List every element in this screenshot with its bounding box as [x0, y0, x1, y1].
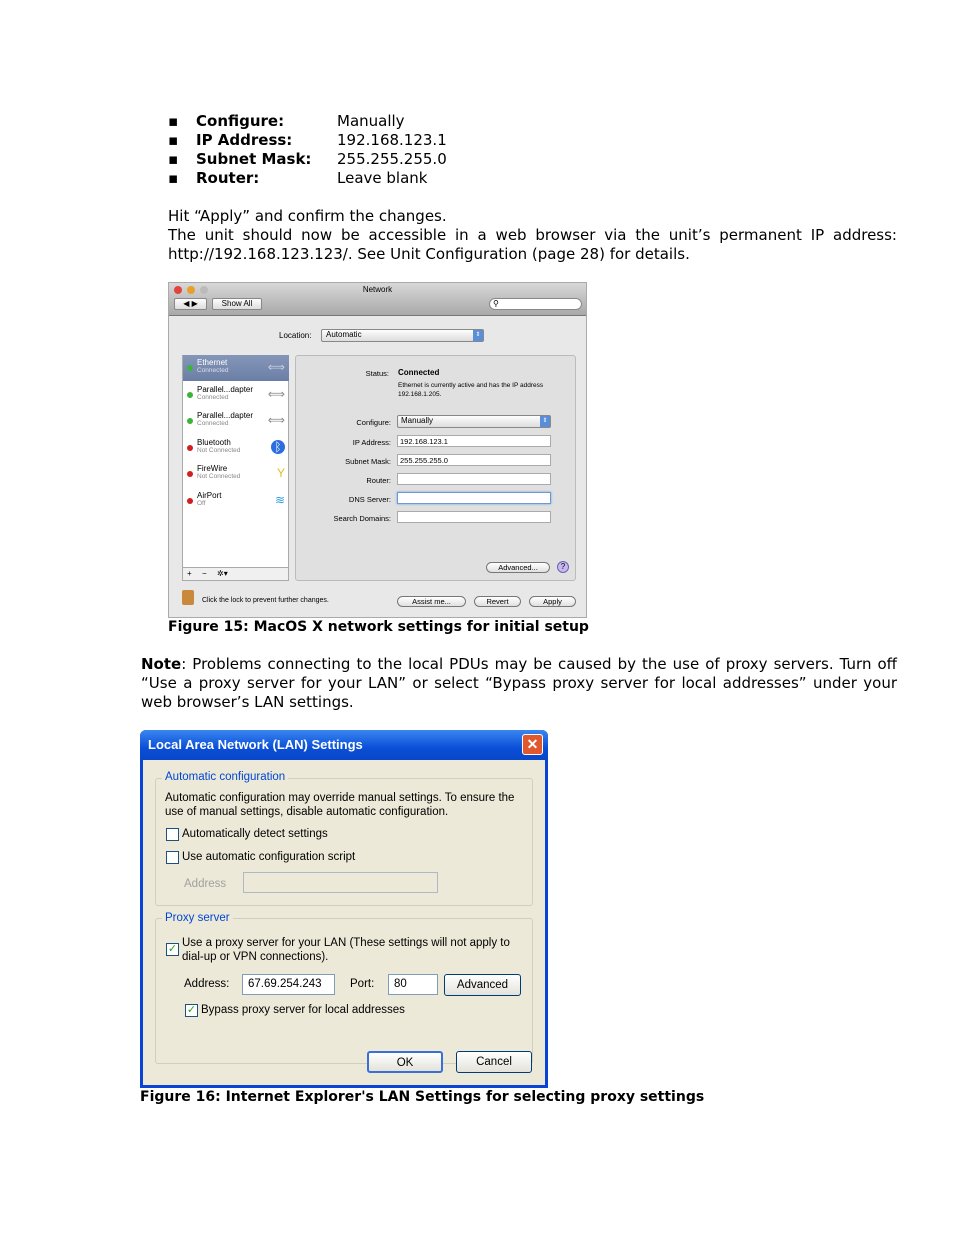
advanced-button[interactable]: Advanced... [486, 562, 550, 573]
ie-lan-settings-dialog: Local Area Network (LAN) Settings ✕ Auto… [140, 730, 548, 1088]
auto-config-description: Automatic configuration may override man… [165, 792, 515, 818]
bluetooth-icon: ᛒ [271, 440, 285, 454]
location-select[interactable]: Automatic ⇕ [321, 329, 484, 342]
assist-me-button[interactable]: Assist me... [397, 596, 466, 607]
bullet: ▪ [168, 112, 179, 130]
back-forward-button[interactable]: ◀ ▶ [174, 298, 207, 310]
setting-label: IP Address: [196, 131, 293, 149]
status-description: Ethernet is currently active and has the… [398, 382, 544, 398]
auto-script-label: Use automatic configuration script [182, 851, 356, 863]
settings-panel: Status: Connected Ethernet is currently … [295, 355, 576, 581]
paragraph: Hit “Apply” and confirm the changes. [168, 207, 447, 225]
subnet-mask-field[interactable]: 255.255.255.0 [397, 454, 551, 466]
service-item[interactable]: Parallel...dapter Connected ⟺ [183, 382, 289, 408]
service-item[interactable]: Ethernet Connected ⟺ [183, 355, 289, 381]
setting-value: Manually [337, 112, 405, 130]
ethernet-icon: ⟺ [267, 413, 285, 427]
auto-script-checkbox[interactable] [166, 851, 179, 864]
paragraph: The unit should now be accessible in a w… [168, 226, 897, 263]
search-icon: ⚲ [493, 299, 499, 308]
router-label: Router: [366, 476, 391, 485]
dns-server-field[interactable] [397, 492, 551, 504]
auto-detect-label: Automatically detect settings [182, 828, 328, 840]
port-label: Port: [350, 978, 375, 990]
ip-label: IP Address: [352, 438, 391, 447]
port-field[interactable]: 80 [388, 974, 438, 995]
auto-detect-checkbox[interactable] [166, 828, 179, 841]
search-domains-label: Search Domains: [333, 514, 391, 523]
help-icon[interactable]: ? [557, 561, 569, 573]
use-proxy-checkbox[interactable]: ✓ [166, 943, 179, 956]
note-text: : Problems connecting to the local PDUs … [141, 655, 897, 711]
dialog-body: Automatic configuration Automatic config… [143, 760, 545, 1085]
script-address-field[interactable] [243, 872, 438, 893]
proxy-address-field[interactable]: 67.69.254.243 [242, 974, 335, 995]
setting-label: Subnet Mask: [196, 150, 312, 168]
service-item[interactable]: Parallel...dapter Connected ⟺ [183, 408, 289, 434]
service-item[interactable]: AirPort Off ≋ [183, 488, 289, 514]
proxy-address-label: Address: [184, 978, 230, 990]
figure-caption: Figure 15: MacOS X network settings for … [168, 619, 589, 635]
search-input[interactable]: ⚲ [489, 298, 582, 310]
add-service-button[interactable]: + [187, 568, 192, 580]
configure-label: Configure: [356, 418, 391, 427]
proxy-server-group-label: Proxy server [162, 912, 233, 924]
bullet: ▪ [168, 150, 179, 168]
bullet: ▪ [168, 131, 179, 149]
ethernet-icon: ⟺ [267, 387, 285, 401]
service-item[interactable]: Bluetooth Not Connected ᛒ [183, 435, 289, 461]
note-label: Note [141, 655, 182, 673]
setting-label: Router: [196, 169, 260, 187]
figure-caption: Figure 16: Internet Explorer's LAN Setti… [140, 1089, 705, 1105]
bypass-local-label: Bypass proxy server for local addresses [201, 1004, 405, 1016]
wifi-icon: ≋ [274, 493, 285, 507]
cancel-button[interactable]: Cancel [456, 1051, 532, 1073]
remove-service-button[interactable]: − [202, 568, 207, 580]
configure-select[interactable]: Manually ⇕ [397, 415, 551, 428]
note-paragraph: Note: Problems connecting to the local P… [141, 655, 897, 712]
firewire-icon: Y [276, 466, 285, 480]
apply-button[interactable]: Apply [529, 596, 576, 607]
dialog-title: Local Area Network (LAN) Settings [148, 737, 363, 752]
service-item[interactable]: FireWire Not Connected Y [183, 461, 289, 487]
location-label: Location: [279, 331, 312, 340]
status-label: Status: [365, 369, 389, 378]
lock-icon[interactable] [182, 590, 194, 605]
dns-label: DNS Server: [348, 495, 391, 504]
mac-network-screenshot: Network ◀ ▶ Show All ⚲ Location: Automat… [168, 282, 587, 618]
advanced-button[interactable]: Advanced [444, 974, 521, 996]
setting-label: Configure: [196, 112, 285, 130]
ok-button[interactable]: OK [367, 1051, 443, 1073]
revert-button[interactable]: Revert [474, 596, 521, 607]
subnet-label: Subnet Mask: [345, 457, 391, 466]
dialog-title-bar: Local Area Network (LAN) Settings ✕ [140, 730, 548, 760]
setting-value: 255.255.255.0 [337, 150, 447, 168]
location-value: Automatic [326, 330, 362, 339]
window-title: Network [362, 285, 393, 294]
router-field[interactable] [397, 473, 551, 485]
ip-address-field[interactable]: 192.168.123.1 [397, 435, 551, 447]
use-proxy-label: Use a proxy server for your LAN (These s… [182, 937, 510, 963]
search-domains-field[interactable] [397, 511, 551, 523]
close-icon[interactable]: ✕ [522, 734, 543, 755]
gear-icon[interactable]: ✲▾ [217, 568, 228, 580]
ethernet-icon: ⟺ [267, 360, 285, 374]
bypass-local-checkbox[interactable]: ✓ [185, 1004, 198, 1017]
stepper-icon: ⇕ [473, 330, 483, 341]
status-value: Connected [398, 368, 440, 377]
bullet: ▪ [168, 169, 179, 187]
lock-text: Click the lock to prevent further change… [202, 597, 329, 604]
setting-value: 192.168.123.1 [337, 131, 447, 149]
setting-value: Leave blank [337, 169, 428, 187]
auto-config-group-label: Automatic configuration [162, 771, 289, 783]
script-address-label: Address [184, 878, 227, 890]
stepper-icon: ⇕ [540, 416, 550, 427]
show-all-button[interactable]: Show All [212, 298, 262, 310]
mac-toolbar: Network ◀ ▶ Show All ⚲ [169, 283, 586, 316]
